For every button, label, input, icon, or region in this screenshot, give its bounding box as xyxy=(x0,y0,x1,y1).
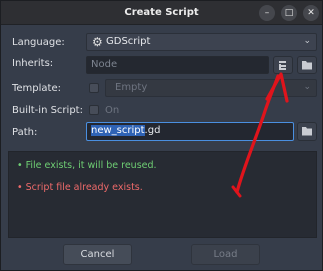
file-exists-message: • File exists, it will be reused. xyxy=(17,160,157,171)
chevron-down-icon: ⌄ xyxy=(303,82,311,92)
path-selected-text: new_script xyxy=(91,125,145,136)
load-button[interactable]: Load xyxy=(191,244,260,265)
folder-icon xyxy=(302,61,312,70)
template-select[interactable]: Empty ⌄ xyxy=(105,79,317,97)
builtin-script-label: Built-in Script: xyxy=(12,105,83,116)
class-tree-button[interactable] xyxy=(273,56,293,74)
cancel-button[interactable]: Cancel xyxy=(63,244,132,265)
path-text: new_script.gd xyxy=(91,125,160,136)
close-icon[interactable]: ✕ xyxy=(303,5,319,21)
language-label: Language: xyxy=(12,37,65,48)
path-input[interactable]: new_script.gd xyxy=(86,122,294,141)
path-browse-button[interactable] xyxy=(297,122,317,141)
path-label: Path: xyxy=(12,127,38,138)
gdscript-gear-icon: ⚙ xyxy=(92,35,103,49)
validation-messages-panel: • File exists, it will be reused. • Scri… xyxy=(8,151,317,238)
language-value: GDScript xyxy=(106,36,151,47)
chevron-down-icon: ⌄ xyxy=(303,36,311,46)
builtin-script-on-label: On xyxy=(105,105,120,116)
path-extension: .gd xyxy=(144,125,161,136)
minimize-icon[interactable]: – xyxy=(259,5,275,21)
inherits-browse-button[interactable] xyxy=(297,56,317,74)
builtin-script-checkbox[interactable] xyxy=(89,105,99,115)
script-exists-error: • Script file already exists. xyxy=(17,182,143,193)
inherits-input[interactable]: Node xyxy=(86,56,269,74)
folder-icon xyxy=(302,127,312,136)
inherits-label: Inherits: xyxy=(12,58,54,69)
template-value: Empty xyxy=(115,82,148,93)
maximize-icon[interactable]: □ xyxy=(281,5,297,21)
create-script-dialog: Create Script – □ ✕ Language: ⚙ GDScript… xyxy=(0,0,323,271)
title-bar: Create Script – □ ✕ xyxy=(1,1,322,25)
class-tree-icon xyxy=(279,61,286,70)
template-checkbox[interactable] xyxy=(89,83,99,93)
language-select[interactable]: ⚙ GDScript ⌄ xyxy=(86,33,317,51)
template-label: Template: xyxy=(12,83,61,94)
